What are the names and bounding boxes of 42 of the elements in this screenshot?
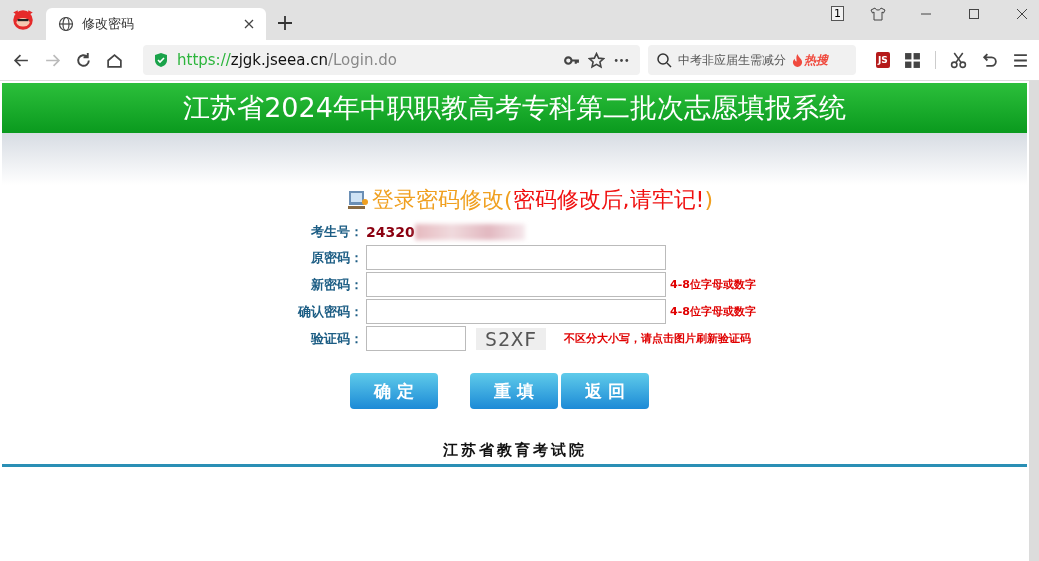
field-hint: 4-8位字母或数字 [670, 304, 756, 319]
field-label: 新密码： [310, 275, 363, 294]
password-field[interactable] [366, 299, 666, 324]
flame-icon [792, 53, 803, 67]
apps-grid-icon[interactable] [903, 51, 921, 69]
captcha-image[interactable]: S2XF [476, 327, 546, 350]
system-title: 江苏省2024年中职职教高考专科第二批次志愿填报系统 [183, 91, 846, 125]
search-field[interactable]: 中考非应届生需减分 热搜 [648, 45, 856, 75]
undo-icon[interactable] [980, 51, 998, 69]
field-label: 原密码： [310, 248, 363, 267]
footer-text: 江苏省教育考试院 [442, 441, 587, 460]
scrollbar[interactable] [1029, 81, 1039, 561]
exam-number: 24320 [366, 224, 415, 240]
scissors-icon[interactable] [949, 51, 967, 69]
field-hint: 不区分大小写，请点击图片刷新验证码 [564, 331, 751, 346]
shield-icon [153, 52, 169, 68]
new-tab-icon[interactable] [278, 16, 292, 30]
computer-key-icon [346, 188, 370, 212]
search-icon [656, 52, 672, 68]
form-title: 登录密码修改(密码修改后,请牢记!) [372, 186, 713, 214]
maximize-icon[interactable] [966, 6, 982, 22]
field-hint: 4-8位字母或数字 [670, 277, 756, 292]
menu-icon[interactable] [1011, 51, 1029, 69]
field-label: 考生号： [310, 223, 363, 241]
password-field[interactable] [366, 272, 666, 297]
browser-tab[interactable]: 修改密码 [46, 8, 266, 40]
captcha-field[interactable] [366, 326, 466, 351]
globe-icon [58, 16, 74, 32]
extension-button[interactable]: JS [876, 52, 890, 68]
field-label: 确认密码： [296, 302, 363, 321]
password-field[interactable] [366, 245, 666, 270]
star-icon[interactable] [588, 51, 605, 69]
home-icon[interactable] [106, 51, 123, 69]
address-bar[interactable]: https://zjgk.jseea.cn/Login.do [143, 45, 640, 75]
close-icon[interactable] [1014, 6, 1030, 22]
reload-icon[interactable] [75, 51, 92, 69]
close-icon[interactable] [244, 19, 254, 29]
tab-title: 修改密码 [82, 15, 135, 33]
tab-counter[interactable]: 1 [831, 6, 844, 21]
url-text: https://zjgk.jseea.cn/Login.do [177, 51, 397, 69]
shirt-icon[interactable] [870, 6, 886, 22]
field-label: 验证码： [309, 329, 363, 348]
